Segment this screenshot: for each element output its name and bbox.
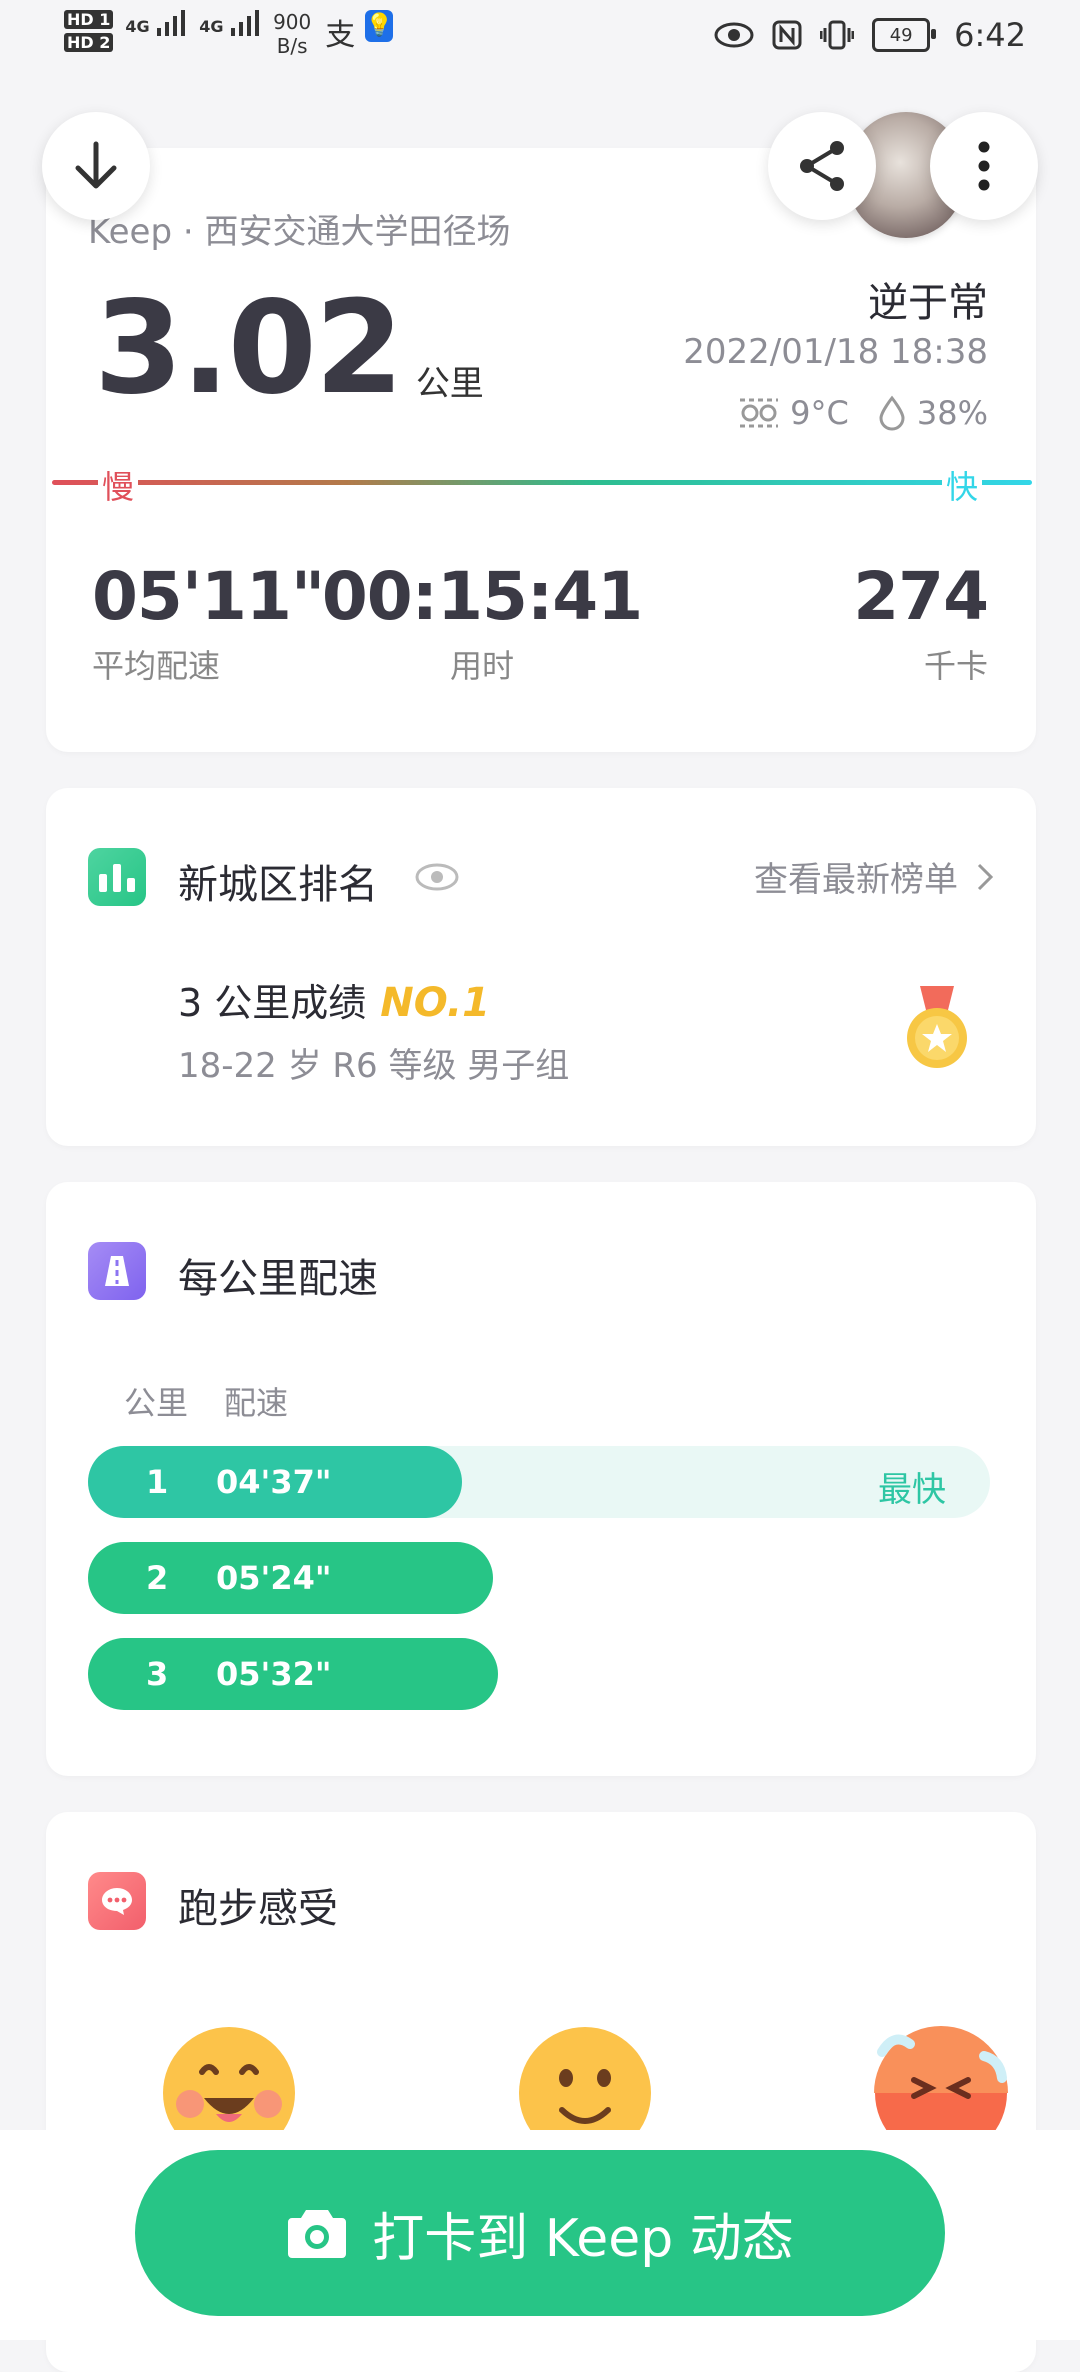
pace-row: 3 05'32" [88,1638,498,1710]
ranking-group: 18-22 岁 R6 等级 男子组 [178,1046,570,1086]
stat-avg-pace: 05'11" 平均配速 [92,558,325,687]
signal-icon [231,10,260,36]
pace-value: 05'32" [216,1655,332,1693]
stat-value: 05'11" [92,558,325,635]
status-right: 49 6:42 [714,16,1026,54]
rank-value: NO.1 [380,980,490,1026]
battery-indicator: 49 [872,18,937,52]
share-icon [800,141,844,191]
chevron-right-icon [977,863,994,890]
pace-value: 04'37" [216,1463,332,1501]
alipay-icon: 支 [325,18,356,53]
distance-value: 3.02 [94,274,404,423]
pace-km: 1 [146,1463,169,1501]
eye-icon [415,863,459,891]
collapse-button[interactable] [42,112,150,220]
humidity: 38% [916,394,988,432]
user-name[interactable]: 逆于常 [868,270,988,328]
haze-icon [740,398,779,428]
network-speed: 900 B/s [273,10,312,58]
col-km-label: 公里 [124,1384,189,1422]
pace-gradient-line [52,480,1032,485]
result-prefix: 3 公里成绩 [178,981,367,1025]
network2-indicator: 4G [199,10,263,36]
post-to-keep-label: 打卡到 Keep 动态 [372,2208,794,2269]
pace-per-km-card: 每公里配速 公里 配速 最快 1 04'37" 2 05'24" 3 05'32… [46,1182,1036,1776]
pace-column-headers: 公里 配速 [124,1378,288,1424]
ranking-title: 新城区排名 [178,862,378,908]
weather-row: 9°C 38% [738,394,988,432]
pace-value: 05'24" [216,1559,332,1597]
ranking-icon [88,848,146,906]
camera-icon [288,2210,347,2258]
leaderboard-link-label: 查看最新榜单 [754,860,958,900]
bulb-app-icon: 💡 [365,10,394,42]
temperature: 9°C [790,394,849,432]
run-summary-card: Keep · 西安交通大学田径场 3.02 公里 逆于常 2022/01/18 … [46,148,1036,752]
road-icon [105,1256,129,1286]
stat-label: 平均配速 [92,647,221,685]
distance-unit: 公里 [415,364,484,404]
ranking-result: 3 公里成绩 NO.1 [178,972,490,1027]
stat-label: 千卡 [923,647,988,685]
view-leaderboard-link[interactable]: 查看最新榜单 [754,852,994,901]
slow-label: 慢 [98,462,139,508]
humidity-icon [879,395,905,431]
more-vertical-icon [978,141,990,191]
pace-row: 2 05'24" [88,1542,493,1614]
pace-title: 每公里配速 [178,1256,378,1302]
vibrate-icon [820,20,855,50]
feeling-title: 跑步感受 [178,1886,338,1932]
pace-km: 3 [146,1655,169,1693]
arrow-down-icon [75,141,117,189]
fast-label: 快 [941,462,982,508]
stat-value: 274 [853,558,989,635]
pace-section-icon [88,1242,146,1300]
fastest-label: 最快 [878,1470,946,1510]
status-bar: HD 1 HD 2 4G 4G 900 B/s 支 💡 49 6:42 [0,0,1080,80]
gold-medal-icon [904,986,970,1076]
network1-indicator: 4G [125,10,189,36]
stat-duration: 00:15:41 用时 [292,558,672,687]
stat-calories: 274 千卡 [853,558,989,687]
chat-bubble-icon [102,1888,132,1915]
ranking-visibility-toggle[interactable] [414,860,460,898]
feeling-section-icon [88,1872,146,1930]
run-datetime: 2022/01/18 18:38 [683,332,988,372]
pace-row: 1 04'37" [88,1446,462,1518]
status-left: HD 1 HD 2 4G 4G 900 B/s 支 💡 [64,10,394,58]
ranking-card: 新城区排名 查看最新榜单 3 公里成绩 NO.1 18-22 岁 R6 等级 男… [46,788,1036,1146]
post-to-keep-button[interactable]: 打卡到 Keep 动态 [135,2150,945,2316]
pace-km: 2 [146,1559,169,1597]
clock: 6:42 [954,16,1026,54]
stat-value: 00:15:41 [321,558,643,635]
share-button[interactable] [768,112,876,220]
sim2-badge: HD 2 [64,33,114,52]
signal-icon [157,10,186,36]
stat-label: 用时 [449,647,514,685]
sim1-badge: HD 1 [64,10,114,29]
col-pace-label: 配速 [224,1384,289,1422]
more-button[interactable] [930,112,1038,220]
run-source: Keep · 西安交通大学田径场 [88,212,511,252]
nfc-icon [772,20,802,50]
distance-block: 3.02 公里 [94,274,484,423]
eye-comfort-icon [714,22,754,48]
